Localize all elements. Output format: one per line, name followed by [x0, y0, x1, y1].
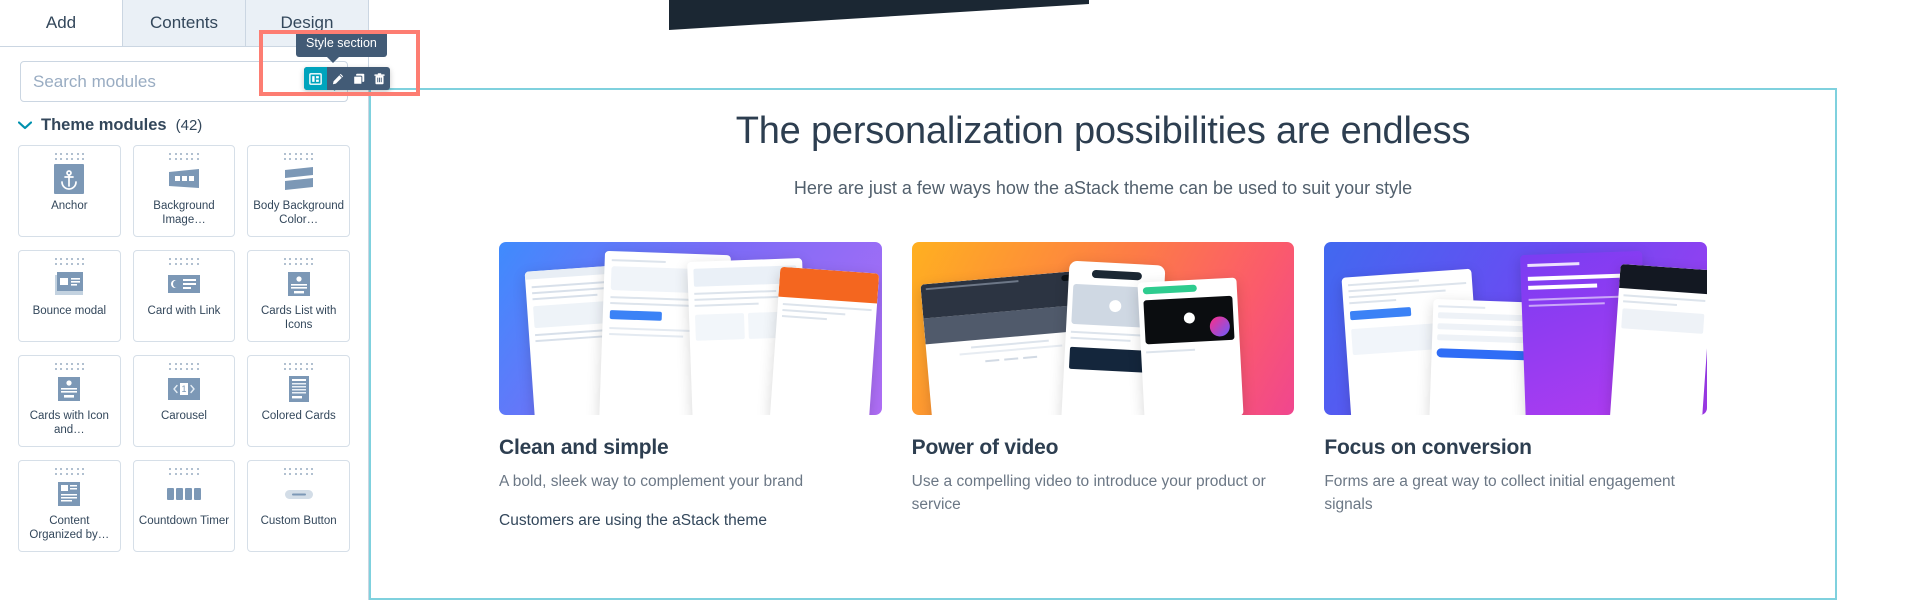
drag-handle-icon[interactable] [168, 467, 200, 476]
style-section-button[interactable] [304, 67, 327, 90]
edit-section-button[interactable] [327, 67, 348, 90]
feature-card-power-of-video[interactable]: Power of video Use a compelling video to… [911, 242, 1295, 532]
theme-modules-count: (42) [175, 117, 203, 134]
drag-handle-icon[interactable] [53, 257, 85, 266]
previous-section-edge [669, 0, 1089, 36]
feature-card-clean-and-simple[interactable]: Clean and simple A bold, sleek way to co… [499, 242, 882, 532]
selected-section[interactable]: The personalization possibilities are en… [369, 88, 1837, 600]
section-toolbar [304, 67, 390, 90]
module-card-body-background-color[interactable]: Body Background Color… [247, 145, 350, 237]
module-card-colored-cards[interactable]: Colored Cards [247, 355, 350, 447]
drag-handle-icon[interactable] [283, 152, 315, 161]
cards-list-with-icons-icon [281, 269, 317, 299]
hero-heading: The personalization possibilities are en… [735, 110, 1471, 152]
module-label: Cards with Icon and… [29, 410, 109, 437]
search-box [20, 61, 348, 102]
tab-add-label: Add [45, 13, 77, 32]
drag-handle-icon[interactable] [168, 362, 200, 371]
colored-cards-icon [281, 374, 317, 404]
module-card-custom-button[interactable]: Custom Button [247, 460, 350, 552]
search-input[interactable] [21, 62, 305, 101]
app-window: Add Contents Design Search modules Theme… [0, 0, 1920, 600]
module-label: Content Organized by… [29, 515, 110, 542]
background-image-icon [166, 164, 202, 194]
feature-card-title: Power of video [911, 436, 1059, 460]
drag-handle-icon[interactable] [283, 467, 315, 476]
feature-card-description: Use a compelling video to introduce your… [911, 473, 1266, 513]
content-organized-icon [51, 479, 87, 509]
style-section-tooltip: Style section [296, 30, 387, 63]
carousel-icon: 1 [166, 374, 202, 404]
feature-card-title: Focus on conversion [1324, 436, 1532, 460]
drag-handle-icon[interactable] [53, 467, 85, 476]
cards-with-icon-icon [51, 374, 87, 404]
module-label: Carousel [160, 410, 207, 422]
tab-add[interactable]: Add [0, 0, 123, 46]
page-canvas: The personalization possibilities are en… [369, 0, 1920, 600]
module-label: Colored Cards [261, 410, 336, 422]
drag-handle-icon[interactable] [283, 257, 315, 266]
feature-card-body: Customers are using the aStack theme [499, 511, 767, 529]
theme-modules-section-header[interactable]: Theme modules (42) [0, 114, 368, 145]
module-label: Body Background Color… [253, 200, 345, 227]
module-label: Bounce modal [32, 305, 107, 317]
drag-handle-icon[interactable] [168, 152, 200, 161]
feature-card-image [499, 242, 882, 416]
countdown-timer-icon [166, 479, 202, 509]
feature-card-image [911, 242, 1295, 416]
module-card-content-organized[interactable]: Content Organized by… [18, 460, 121, 552]
custom-button-icon [281, 479, 317, 509]
clone-section-button[interactable] [348, 67, 369, 90]
drag-handle-icon[interactable] [53, 362, 85, 371]
module-card-anchor[interactable]: Anchor [18, 145, 121, 237]
module-label: Custom Button [260, 515, 337, 527]
anchor-icon [51, 164, 87, 194]
module-card-background-image[interactable]: Background Image… [132, 145, 236, 237]
feature-cards-row: Clean and simple A bold, sleek way to co… [371, 199, 1835, 532]
hero-block: The personalization possibilities are en… [371, 90, 1835, 199]
feature-card-image [1324, 242, 1708, 416]
feature-card-description: Forms are a great way to collect initial… [1324, 473, 1675, 513]
module-card-card-with-link[interactable]: Card with Link [132, 250, 236, 342]
module-label: Anchor [51, 200, 88, 212]
drag-handle-icon[interactable] [168, 257, 200, 266]
chevron-down-icon [18, 121, 32, 130]
hero-subheading: Here are just a few ways how the aStack … [793, 178, 1413, 199]
body-background-color-icon [281, 164, 317, 194]
module-label: Background Image… [153, 200, 215, 227]
drag-handle-icon[interactable] [53, 152, 85, 161]
tab-contents-label: Contents [149, 13, 219, 32]
module-card-cards-list-with-icons[interactable]: Cards List with Icons [247, 250, 350, 342]
card-with-link-icon [166, 269, 202, 299]
tab-contents[interactable]: Contents [123, 0, 246, 46]
module-label: Cards List with Icons [260, 305, 337, 332]
module-card-carousel[interactable]: 1 Carousel [132, 355, 236, 447]
module-card-bounce-modal[interactable]: Bounce modal [18, 250, 121, 342]
module-label: Countdown Timer [138, 515, 230, 527]
modules-sidebar: Add Contents Design Search modules Theme… [0, 0, 369, 600]
feature-card-focus-on-conversion[interactable]: Focus on conversion Forms are a great wa… [1324, 242, 1708, 532]
bounce-modal-icon [51, 269, 87, 299]
module-card-cards-with-icon[interactable]: Cards with Icon and… [18, 355, 121, 447]
module-grid: Anchor Background Image… Body Background… [0, 145, 368, 600]
drag-handle-icon[interactable] [283, 362, 315, 371]
delete-section-button[interactable] [369, 67, 390, 90]
svg-text:1: 1 [181, 384, 186, 394]
module-card-countdown-timer[interactable]: Countdown Timer [132, 460, 236, 552]
module-label: Card with Link [147, 305, 221, 317]
theme-modules-title: Theme modules [41, 116, 167, 134]
feature-card-description: A bold, sleek way to complement your bra… [499, 473, 804, 491]
feature-card-title: Clean and simple [499, 436, 669, 460]
